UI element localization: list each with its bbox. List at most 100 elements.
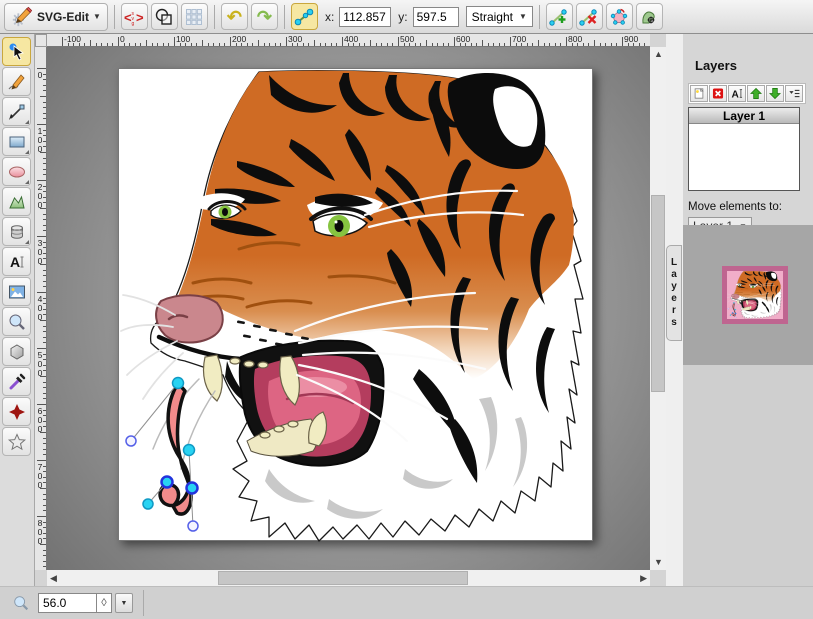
- artwork-thumbnail[interactable]: [722, 266, 788, 324]
- path-node: [184, 445, 195, 456]
- add-node-button[interactable]: [546, 3, 573, 30]
- tool-star[interactable]: [2, 427, 31, 456]
- edit-node-icon: [294, 7, 314, 27]
- zoom-tool-icon: [7, 312, 27, 332]
- open-path-icon: [639, 7, 659, 27]
- rectangle-tool-icon: [7, 132, 27, 152]
- vertical-scrollbar[interactable]: ▲ ▼: [650, 47, 666, 570]
- scroll-right-icon[interactable]: ▶: [640, 574, 647, 583]
- zoom-spinner[interactable]: ◊: [96, 593, 112, 613]
- move-layer-up-button[interactable]: [747, 85, 765, 102]
- zoom-dropdown-caret-icon: ▼: [121, 600, 128, 607]
- flyout-arrow-icon: [25, 240, 29, 244]
- tool-palette: A: [0, 34, 35, 586]
- horizontal-scrollbar-thumb[interactable]: [218, 571, 468, 585]
- x-coordinate-input[interactable]: [339, 7, 391, 27]
- menu-caret-icon: ▼: [93, 12, 101, 21]
- source-code-button[interactable]: < > s v g: [121, 3, 148, 30]
- delete-layer-button[interactable]: [709, 85, 727, 102]
- tool-select[interactable]: [2, 37, 31, 66]
- wireframe-button[interactable]: [151, 3, 178, 30]
- layer-menu-button[interactable]: [785, 85, 803, 102]
- wireframe-icon: [154, 7, 174, 27]
- delete-layer-icon: [711, 86, 725, 101]
- scroll-up-icon[interactable]: ▲: [654, 50, 663, 59]
- layers-panel-handle[interactable]: Layers: [666, 245, 682, 341]
- redo-button[interactable]: ↷: [251, 3, 278, 30]
- workspace[interactable]: [47, 47, 650, 570]
- polygon-tool-icon: [7, 342, 27, 362]
- svg-text:g: g: [132, 21, 135, 27]
- shape-library-icon: [7, 222, 27, 242]
- tool-shape-library[interactable]: [2, 217, 31, 246]
- ruler-horizontal: -10001002003004005006007008009001000: [47, 34, 650, 47]
- preview-area: [683, 225, 813, 365]
- pencil-tool-icon: [7, 72, 27, 92]
- tool-rectangle[interactable]: [2, 127, 31, 156]
- move-elements-label: Move elements to:: [688, 201, 813, 213]
- layer-menu-icon: [787, 86, 801, 101]
- line-tool-icon: [7, 102, 27, 122]
- zoom-control: ◊ ▼: [38, 593, 133, 613]
- edit-node-mode-button[interactable]: [291, 3, 318, 30]
- path-node-selected: [162, 477, 173, 488]
- close-path-icon: [609, 7, 629, 27]
- ruler-vertical: 0100200300400500600700800900: [35, 47, 47, 570]
- path-control-point: [188, 521, 198, 531]
- tool-polygon[interactable]: [2, 337, 31, 366]
- tool-path[interactable]: [2, 187, 31, 216]
- svg-edit-logo-icon: [11, 6, 33, 28]
- delete-node-icon: [579, 7, 599, 27]
- horizontal-scrollbar[interactable]: ◀ ▶: [47, 570, 650, 586]
- select-tool-icon: [7, 42, 27, 62]
- eyedropper-tool-icon: [7, 372, 27, 392]
- layers-panel: Layers A: [683, 34, 813, 588]
- path-control-point: [126, 436, 136, 446]
- undo-icon: ↶: [227, 8, 242, 26]
- open-path-button[interactable]: [636, 3, 663, 30]
- toolbar-separator: [284, 5, 285, 29]
- tool-blur[interactable]: [2, 397, 31, 426]
- star-tool-icon: [7, 432, 27, 452]
- layer-button-row: A: [688, 83, 806, 104]
- undo-button[interactable]: ↶: [221, 3, 248, 30]
- status-bar: ◊ ▼: [0, 586, 813, 619]
- ellipse-tool-icon: [7, 162, 27, 182]
- tool-zoom[interactable]: [2, 307, 31, 336]
- main-menu-button[interactable]: SVG-Edit ▼: [4, 3, 108, 31]
- zoom-dropdown-button[interactable]: ▼: [115, 593, 133, 613]
- path-tool-icon: [7, 192, 27, 212]
- tool-line[interactable]: [2, 97, 31, 126]
- tool-ellipse[interactable]: [2, 157, 31, 186]
- text-tool-icon: A: [7, 252, 27, 272]
- y-coordinate-input[interactable]: [413, 7, 459, 27]
- zoom-icon: [12, 594, 30, 612]
- svg-text:A: A: [10, 254, 20, 270]
- scroll-left-icon[interactable]: ◀: [50, 574, 57, 583]
- move-layer-down-button[interactable]: [766, 85, 784, 102]
- canvas-page[interactable]: [118, 68, 593, 541]
- layer-list: Layer 1: [688, 107, 800, 191]
- close-path-button[interactable]: [606, 3, 633, 30]
- layer-list-item[interactable]: Layer 1: [689, 108, 799, 124]
- scroll-down-icon[interactable]: ▼: [654, 558, 663, 567]
- tool-text[interactable]: A: [2, 247, 31, 276]
- snap-grid-button[interactable]: [181, 3, 208, 30]
- redo-icon: ↷: [257, 8, 272, 26]
- vertical-scrollbar-thumb[interactable]: [651, 195, 665, 392]
- path-node: [173, 378, 184, 389]
- tool-pencil[interactable]: [2, 67, 31, 96]
- rename-layer-button[interactable]: A: [728, 85, 746, 102]
- path-node-selected: [187, 483, 198, 494]
- svg-text:A: A: [732, 89, 740, 100]
- segment-type-select[interactable]: Straight ▼: [466, 6, 533, 27]
- new-layer-button[interactable]: [690, 85, 708, 102]
- canvas-artwork[interactable]: [119, 69, 594, 542]
- new-layer-icon: [692, 86, 706, 101]
- flyout-arrow-icon: [25, 180, 29, 184]
- select-caret-icon: ▼: [519, 12, 527, 21]
- zoom-level-input[interactable]: [38, 593, 96, 613]
- tool-eyedropper[interactable]: [2, 367, 31, 396]
- tool-image[interactable]: [2, 277, 31, 306]
- delete-node-button[interactable]: [576, 3, 603, 30]
